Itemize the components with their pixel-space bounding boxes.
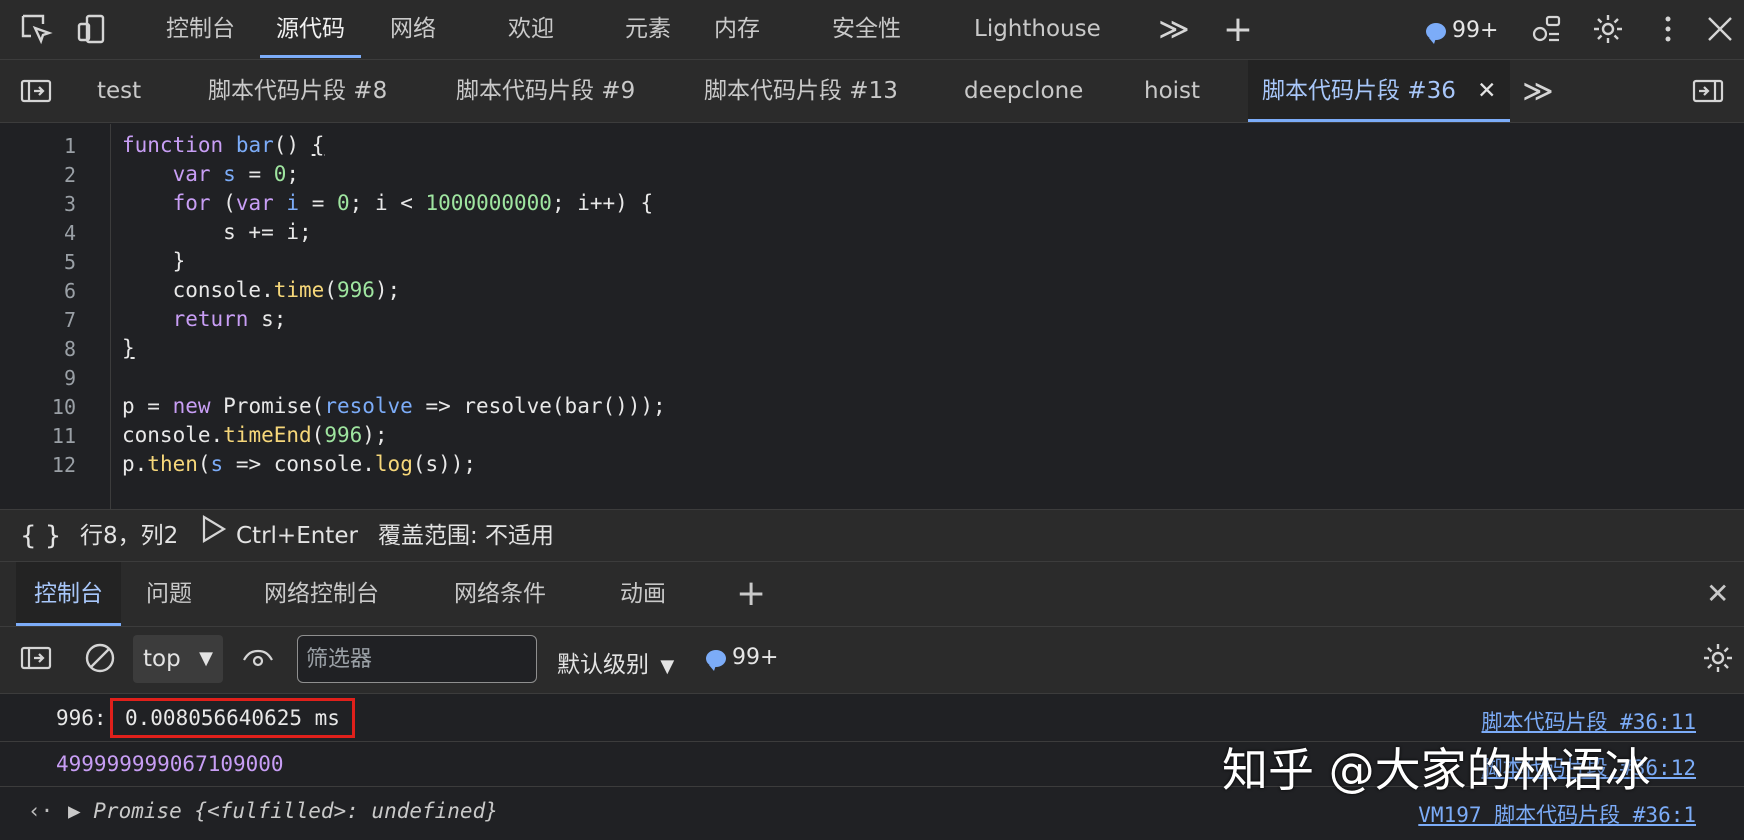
drawer-tabs: 控制台 问题 网络控制台 网络条件 动画 + ✕ (0, 562, 1744, 627)
cursor-position: 行8，列2 (80, 523, 179, 549)
file-tab-deepclone[interactable]: deepclone (964, 60, 1083, 122)
toggle-navigator-icon[interactable] (18, 74, 54, 110)
line-number: 10 (51, 395, 76, 419)
tab-lighthouse[interactable]: Lighthouse (974, 0, 1101, 58)
line-number: 2 (63, 163, 76, 187)
code-line: p = new Promise(resolve => resolve(bar()… (122, 394, 666, 418)
pretty-print-button[interactable]: { } (20, 510, 61, 562)
line-number: 4 (63, 221, 76, 245)
code-line: var s = 0; (172, 162, 300, 186)
code-line: console.timeEnd(996); (122, 423, 388, 447)
line-number: 8 (63, 337, 76, 361)
code-line: } (122, 336, 135, 360)
line-number: 5 (63, 250, 76, 274)
code-line: p.then(s => console.log(s)); (122, 452, 477, 476)
code-line: } (122, 249, 186, 273)
code-line: function bar() { (122, 133, 325, 157)
drawer-tab-network-console[interactable]: 网络控制台 (264, 562, 379, 626)
code-line: for (var i = 0; i < 1000000000; i++) { (172, 191, 654, 215)
kebab-menu-icon[interactable] (1650, 12, 1686, 48)
line-number: 1 (63, 134, 76, 158)
issues-badge[interactable]: 99+ (1426, 18, 1498, 44)
timer-value-highlight: 0.008056640625 ms (110, 698, 355, 738)
dropdown-arrow-icon: ▼ (660, 656, 675, 677)
editor-file-tabs: test 脚本代码片段 #8 脚本代码片段 #9 脚本代码片段 #13 deep… (0, 60, 1744, 123)
live-expression-eye-icon[interactable] (240, 641, 276, 677)
line-number: 9 (63, 366, 76, 390)
console-settings-icon[interactable] (1700, 641, 1736, 677)
source-link[interactable]: 脚本代码片段 #36:11 (1481, 706, 1696, 736)
file-tab-snippet-36[interactable]: 脚本代码片段 #36 ✕ (1248, 60, 1511, 122)
clear-console-icon[interactable] (82, 641, 118, 677)
settings-icon[interactable] (1590, 12, 1626, 48)
tab-elements[interactable]: 元素 (625, 0, 671, 58)
customize-icon[interactable] (1528, 12, 1564, 48)
play-icon (200, 511, 228, 563)
console-toolbar: top ▼ 默认级别 ▼ 99+ (0, 627, 1744, 694)
tab-welcome[interactable]: 欢迎 (508, 0, 554, 58)
plus-icon[interactable]: + (1220, 12, 1256, 48)
log-level-select[interactable]: 默认级别 ▼ (557, 645, 674, 679)
file-tab-snippet-8[interactable]: 脚本代码片段 #8 (208, 60, 387, 122)
source-link[interactable]: VM197 脚本代码片段 #36:1 (1418, 799, 1696, 829)
issues-icon (1426, 22, 1446, 44)
log-value: 499999999067109000 (56, 752, 284, 776)
dropdown-arrow-icon: ▼ (199, 648, 213, 669)
console-filter-input[interactable] (297, 635, 537, 683)
tab-console[interactable]: 控制台 (166, 0, 235, 58)
close-tab-icon[interactable]: ✕ (1477, 78, 1496, 104)
close-drawer-icon[interactable]: ✕ (1706, 562, 1729, 626)
drawer-tab-issues[interactable]: 问题 (146, 562, 192, 626)
close-devtools-icon[interactable] (1702, 12, 1738, 48)
console-issues-badge[interactable]: 99+ (706, 645, 778, 671)
drawer-tab-network-conditions[interactable]: 网络条件 (454, 562, 546, 626)
devtools-main-toolbar: 控制台 源代码 网络 欢迎 元素 内存 安全性 Lighthouse ≫ + 9… (0, 0, 1744, 60)
file-tab-test[interactable]: test (97, 60, 141, 122)
code-line: console.time(996); (122, 278, 401, 302)
line-number: 3 (63, 192, 76, 216)
execution-context-select[interactable]: top ▼ (133, 635, 223, 683)
line-number: 6 (63, 279, 76, 303)
drawer-tab-console[interactable]: 控制台 (16, 562, 121, 626)
tab-sources[interactable]: 源代码 (260, 0, 361, 58)
run-snippet-button[interactable]: Ctrl+Enter (200, 510, 358, 562)
device-toolbar-icon[interactable] (74, 12, 110, 48)
inspect-icon[interactable] (18, 12, 54, 48)
line-number: 12 (51, 453, 76, 477)
console-sidebar-icon[interactable] (18, 641, 54, 677)
watermark: 知乎 @大家的林语冰 (1222, 743, 1651, 797)
toggle-debugger-icon[interactable] (1690, 74, 1726, 110)
line-number-gutter: 1 2 3 4 5 6 7 8 9 10 11 12 (0, 124, 111, 509)
issues-icon (706, 649, 726, 671)
result-arrow-icon: ‹· (28, 799, 54, 823)
line-number: 11 (51, 424, 76, 448)
editor-status-bar: { } 行8，列2 Ctrl+Enter 覆盖范围: 不适用 (0, 509, 1744, 562)
timer-label: 996: (56, 706, 107, 730)
code-editor[interactable]: 1 2 3 4 5 6 7 8 9 10 11 12 function bar(… (0, 124, 1744, 509)
tab-security[interactable]: 安全性 (832, 0, 901, 58)
file-tab-snippet-9[interactable]: 脚本代码片段 #9 (456, 60, 635, 122)
code-line: return s; (172, 307, 287, 331)
tab-network[interactable]: 网络 (390, 0, 436, 58)
file-tab-snippet-13[interactable]: 脚本代码片段 #13 (704, 60, 898, 122)
add-drawer-tab-icon[interactable]: + (736, 562, 766, 626)
code-line: s += i; (122, 220, 312, 244)
file-tab-hoist[interactable]: hoist (1144, 60, 1200, 122)
line-number: 7 (63, 308, 76, 332)
coverage-status: 覆盖范围: 不适用 (378, 523, 555, 549)
chevron-more-icon[interactable]: ≫ (1520, 74, 1556, 110)
chevron-more-icon[interactable]: ≫ (1156, 12, 1192, 48)
drawer-tab-animations[interactable]: 动画 (620, 562, 666, 626)
tab-memory[interactable]: 内存 (714, 0, 760, 58)
promise-result[interactable]: ▶ Promise {<fulfilled>: undefined} (68, 799, 498, 823)
